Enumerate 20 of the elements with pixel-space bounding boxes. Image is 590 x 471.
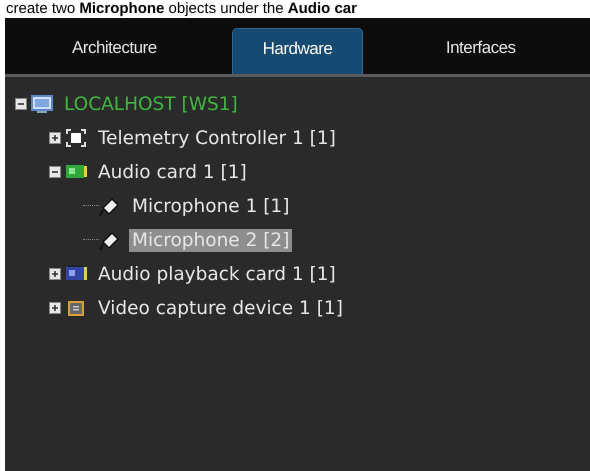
microphone-icon bbox=[99, 230, 121, 250]
tab[interactable]: Architecture bbox=[5, 28, 224, 74]
tree-item[interactable]: Microphone 1 [1] bbox=[129, 194, 292, 218]
microphone-icon bbox=[99, 196, 121, 216]
tree-item[interactable]: Audio card 1 [1] bbox=[95, 160, 250, 184]
expand-icon[interactable] bbox=[49, 302, 61, 314]
tree-item[interactable]: Telemetry Controller 1 [1] bbox=[95, 126, 339, 150]
expand-icon[interactable] bbox=[49, 132, 61, 144]
telemetry-icon bbox=[65, 128, 87, 148]
caption-text: create two Microphone objects under the Audio car bbox=[5, 0, 358, 18]
tree-item[interactable]: Video capture device 1 [1] bbox=[95, 296, 346, 320]
expand-icon[interactable] bbox=[49, 268, 61, 280]
collapse-icon[interactable] bbox=[49, 166, 61, 178]
chip-icon bbox=[65, 298, 87, 318]
tab[interactable]: Interfaces bbox=[371, 28, 590, 74]
monitor-icon bbox=[31, 94, 53, 114]
tree-item[interactable]: LOCALHOST [WS1] bbox=[61, 92, 241, 116]
tab[interactable]: Hardware bbox=[232, 28, 364, 74]
tree-item[interactable]: Audio playback card 1 [1] bbox=[95, 262, 339, 286]
collapse-icon[interactable] bbox=[15, 98, 27, 110]
